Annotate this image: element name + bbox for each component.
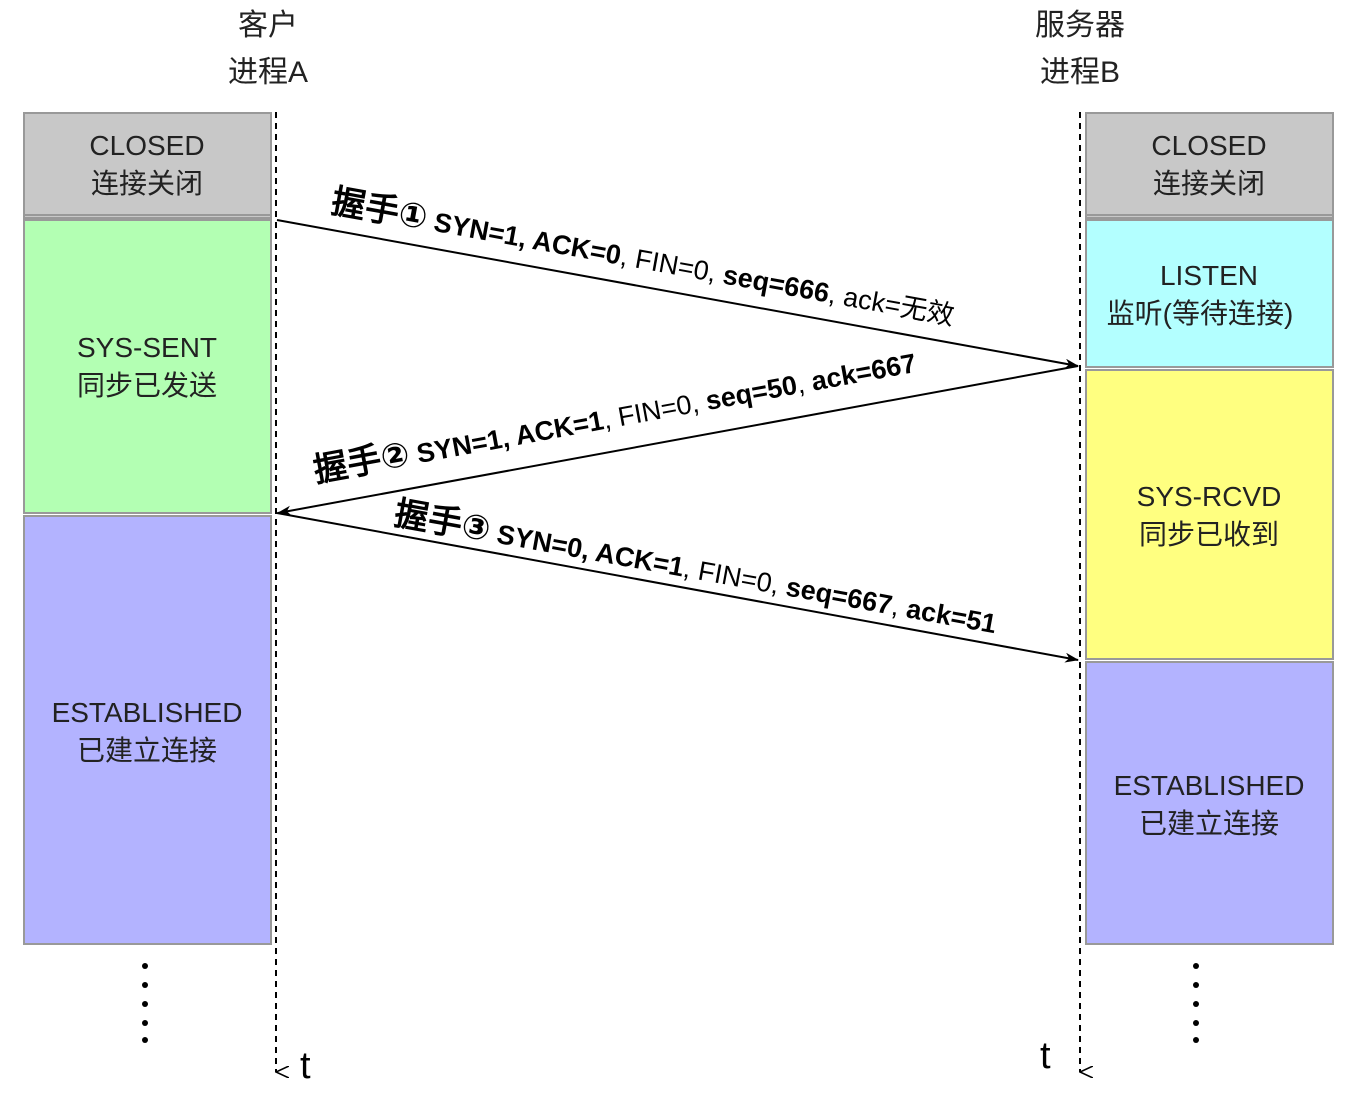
client-title-line1: 客户 [238, 9, 298, 42]
server-title-line2: 进程B [1040, 56, 1120, 89]
handshake-3-part: ack=51 [904, 593, 999, 639]
client-established-label: ESTABLISHED [52, 697, 243, 728]
handshake-2-part: , FIN=0, [601, 387, 709, 435]
server-state-column: CLOSED 连接关闭 LISTEN 监听(等待连接) SYS-RCVD 同步已… [1085, 112, 1334, 945]
handshake-1-part: , FIN=0, [618, 241, 726, 289]
handshake-2-part: SYN=1, [407, 421, 518, 470]
server-closed-sublabel: 连接关闭 [1153, 168, 1265, 199]
handshake-3-arrow [276, 512, 1079, 663]
server-time-label: t [1040, 1035, 1051, 1077]
handshake-1-part: SYN=1, [424, 206, 535, 255]
server-listen-label: LISTEN [1160, 260, 1258, 291]
handshake-3-title: 握手③ [392, 494, 494, 549]
handshake-2-label: 握手② SYN=1, ACK=1, FIN=0, seq=50, ack=667 [311, 342, 919, 490]
server-continuation-dots [1193, 963, 1199, 1043]
handshake-1-label: 握手① SYN=1, ACK=0, FIN=0, seq=666, ack=无效 [329, 182, 958, 332]
handshake-2-part: ack=667 [809, 348, 919, 397]
handshake-3-part: seq=667 [784, 572, 895, 621]
tcp-handshake-diagram: 客户 进程A 服务器 进程B CLOSED 连接关闭 SYS-SENT 同步已发… [23, 9, 1334, 1087]
server-listen-sublabel: 监听(等待连接) [1107, 298, 1294, 329]
client-sys-sent-label: SYS-SENT [77, 332, 217, 363]
client-state-column: CLOSED 连接关闭 SYS-SENT 同步已发送 ESTABLISHED 已… [23, 112, 272, 945]
handshake-3-label: 握手③ SYN=0, ACK=1, FIN=0, seq=667, ack=51 [392, 494, 1000, 641]
server-sys-rcvd-state: SYS-RCVD 同步已收到 [1085, 369, 1334, 660]
handshake-2-part: seq=50 [703, 370, 799, 416]
handshake-3-part: ACK=1 [593, 537, 686, 582]
server-established-state: ESTABLISHED 已建立连接 [1085, 661, 1334, 945]
server-established-label: ESTABLISHED [1114, 770, 1305, 801]
handshake-1-part: seq=666 [721, 260, 832, 309]
handshake-2-title: 握手② [311, 435, 413, 490]
client-title-line2: 进程A [228, 56, 308, 89]
client-established-state: ESTABLISHED 已建立连接 [23, 515, 272, 945]
client-time-label: t [300, 1045, 311, 1087]
handshake-1-part: ACK=0 [530, 225, 623, 270]
client-continuation-dots [142, 963, 148, 1043]
client-sys-sent-state: SYS-SENT 同步已发送 [23, 219, 272, 514]
client-closed-sublabel: 连接关闭 [91, 168, 203, 199]
server-sys-rcvd-sublabel: 同步已收到 [1139, 519, 1279, 550]
client-closed-label: CLOSED [89, 130, 204, 161]
server-title-line1: 服务器 [1035, 9, 1125, 42]
client-established-sublabel: 已建立连接 [77, 735, 217, 766]
handshake-3-part: SYN=0, [487, 518, 598, 567]
handshake-2-part: ACK=1 [513, 405, 606, 451]
server-established-sublabel: 已建立连接 [1139, 808, 1279, 839]
handshake-1-arrow [276, 219, 1079, 369]
handshake-1-title: 握手① [329, 182, 431, 237]
handshake-3-part: , FIN=0, [681, 553, 789, 601]
server-closed-label: CLOSED [1151, 130, 1266, 161]
client-closed-state: CLOSED 连接关闭 [23, 112, 272, 219]
server-closed-state: CLOSED 连接关闭 [1085, 112, 1334, 219]
client-sys-sent-sublabel: 同步已发送 [77, 370, 217, 401]
server-sys-rcvd-label: SYS-RCVD [1137, 481, 1282, 512]
server-listen-state: LISTEN 监听(等待连接) [1085, 219, 1334, 368]
